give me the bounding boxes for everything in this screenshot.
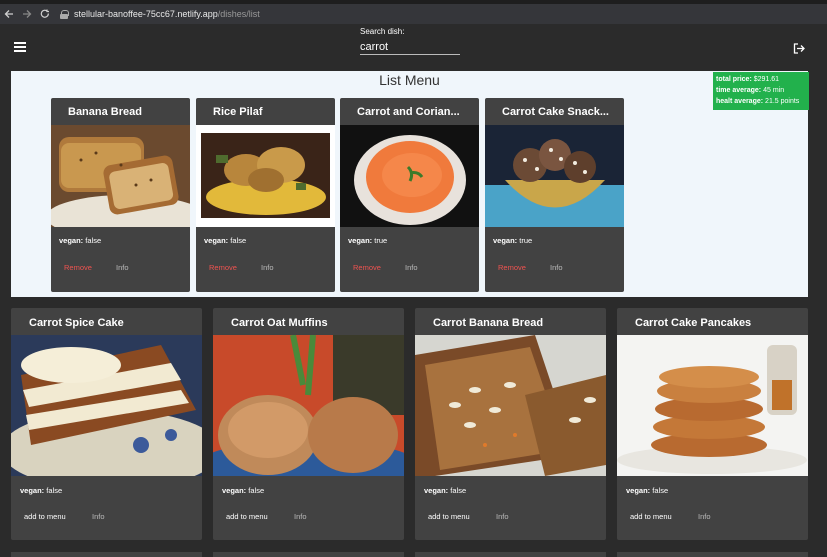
dish-card: Carrot Oat Muffins vegan: false add to m… — [213, 308, 404, 540]
remove-button[interactable]: Remove — [353, 263, 381, 272]
vegan-value: false — [230, 236, 247, 245]
add-to-menu-button[interactable]: add to menu — [24, 512, 66, 521]
dish-image — [51, 125, 190, 227]
vegan-label: vegan: — [348, 236, 373, 245]
dish-image — [485, 125, 624, 227]
url-text: stellular-banoffee-75cc67.netlify.app/di… — [74, 9, 260, 19]
address-bar[interactable]: stellular-banoffee-75cc67.netlify.app/di… — [60, 4, 260, 24]
back-arrow-icon[interactable] — [0, 4, 18, 24]
dish-image — [11, 335, 202, 476]
info-button[interactable]: Info — [698, 512, 711, 521]
dish-image — [213, 335, 404, 476]
remove-button[interactable]: Remove — [498, 263, 526, 272]
menu-item-card: Carrot Cake Snack... vegan: true Remove … — [485, 98, 624, 292]
add-to-menu-button[interactable]: add to menu — [428, 512, 470, 521]
vegan-value: false — [85, 236, 102, 245]
add-to-menu-button[interactable]: add to menu — [630, 512, 672, 521]
vegan-label: vegan: — [493, 236, 518, 245]
vegan-value: false — [450, 486, 467, 495]
health-average-label: healt average: — [716, 98, 764, 105]
menu-item-card: Carrot and Corian... vegan: true Remove … — [340, 98, 479, 292]
vegan-label: vegan: — [20, 486, 45, 495]
reload-icon[interactable] — [36, 4, 54, 24]
dish-title: Banana Bread — [68, 106, 142, 118]
vegan-status: vegan: false — [59, 236, 101, 245]
vegan-status: vegan: false — [20, 486, 62, 495]
vegan-status: vegan: true — [493, 236, 532, 245]
dish-title: Carrot Cake Snack... — [502, 106, 609, 118]
menu-item-card: Banana Bread vegan: false Remove Info — [51, 98, 190, 292]
vegan-status: vegan: false — [204, 236, 246, 245]
menu-icon[interactable] — [14, 42, 26, 52]
dish-card-partial — [11, 552, 202, 557]
health-average-value: 21.5 points — [765, 98, 800, 105]
info-button[interactable]: Info — [405, 263, 418, 272]
vegan-value: false — [248, 486, 265, 495]
dish-card-partial — [415, 552, 606, 557]
vegan-status: vegan: false — [222, 486, 264, 495]
dish-card: Carrot Spice Cake vegan: false add to me… — [11, 308, 202, 540]
list-menu-title: List Menu — [379, 72, 440, 88]
vegan-label: vegan: — [222, 486, 247, 495]
time-average-value: 45 min — [763, 87, 785, 94]
dish-title: Carrot Cake Pancakes — [635, 317, 752, 329]
vegan-label: vegan: — [59, 236, 84, 245]
dish-title: Carrot and Corian... — [357, 106, 460, 118]
remove-button[interactable]: Remove — [64, 263, 92, 272]
info-button[interactable]: Info — [92, 512, 105, 521]
vegan-status: vegan: true — [348, 236, 387, 245]
time-average-label: time average: — [716, 87, 762, 94]
dish-card: Carrot Cake Pancakes vegan: false add to… — [617, 308, 808, 540]
search-input[interactable] — [360, 39, 460, 55]
lock-icon — [60, 9, 69, 19]
vegan-label: vegan: — [424, 486, 449, 495]
browser-toolbar: stellular-banoffee-75cc67.netlify.app/di… — [0, 4, 827, 24]
dish-title: Carrot Oat Muffins — [231, 317, 328, 329]
dish-title: Rice Pilaf — [213, 106, 263, 118]
dish-image — [340, 125, 479, 227]
app-header: Search dish: — [0, 24, 827, 70]
remove-button[interactable]: Remove — [209, 263, 237, 272]
vegan-value: true — [519, 236, 533, 245]
vegan-value: false — [46, 486, 63, 495]
vegan-value: false — [652, 486, 669, 495]
search-label: Search dish: — [360, 27, 405, 36]
dish-image — [415, 335, 606, 476]
menu-item-card: Rice Pilaf vegan: false Remove Info — [196, 98, 335, 292]
url-path: /dishes/list — [217, 9, 260, 19]
info-button[interactable]: Info — [550, 263, 563, 272]
vegan-status: vegan: false — [424, 486, 466, 495]
dish-image — [617, 335, 808, 476]
total-price-label: total price: — [716, 76, 752, 83]
forward-arrow-icon[interactable] — [18, 4, 36, 24]
url-host: stellular-banoffee-75cc67.netlify.app — [74, 9, 218, 19]
dish-title: Carrot Spice Cake — [29, 317, 124, 329]
dish-card-partial — [617, 552, 808, 557]
dish-image — [196, 125, 335, 227]
dish-card: Carrot Banana Bread vegan: false add to … — [415, 308, 606, 540]
info-button[interactable]: Info — [496, 512, 509, 521]
info-button[interactable]: Info — [294, 512, 307, 521]
add-to-menu-button[interactable]: add to menu — [226, 512, 268, 521]
logout-icon[interactable] — [793, 41, 805, 54]
search-block: Search dish: — [360, 27, 460, 55]
vegan-label: vegan: — [626, 486, 651, 495]
dish-card-partial — [213, 552, 404, 557]
vegan-status: vegan: false — [626, 486, 668, 495]
total-price-value: $291.61 — [753, 76, 780, 83]
vegan-value: true — [374, 236, 388, 245]
info-button[interactable]: Info — [261, 263, 274, 272]
vegan-label: vegan: — [204, 236, 229, 245]
dish-title: Carrot Banana Bread — [433, 317, 544, 329]
info-button[interactable]: Info — [116, 263, 129, 272]
totals-summary: total price: $291.61 time average: 45 mi… — [713, 72, 809, 110]
